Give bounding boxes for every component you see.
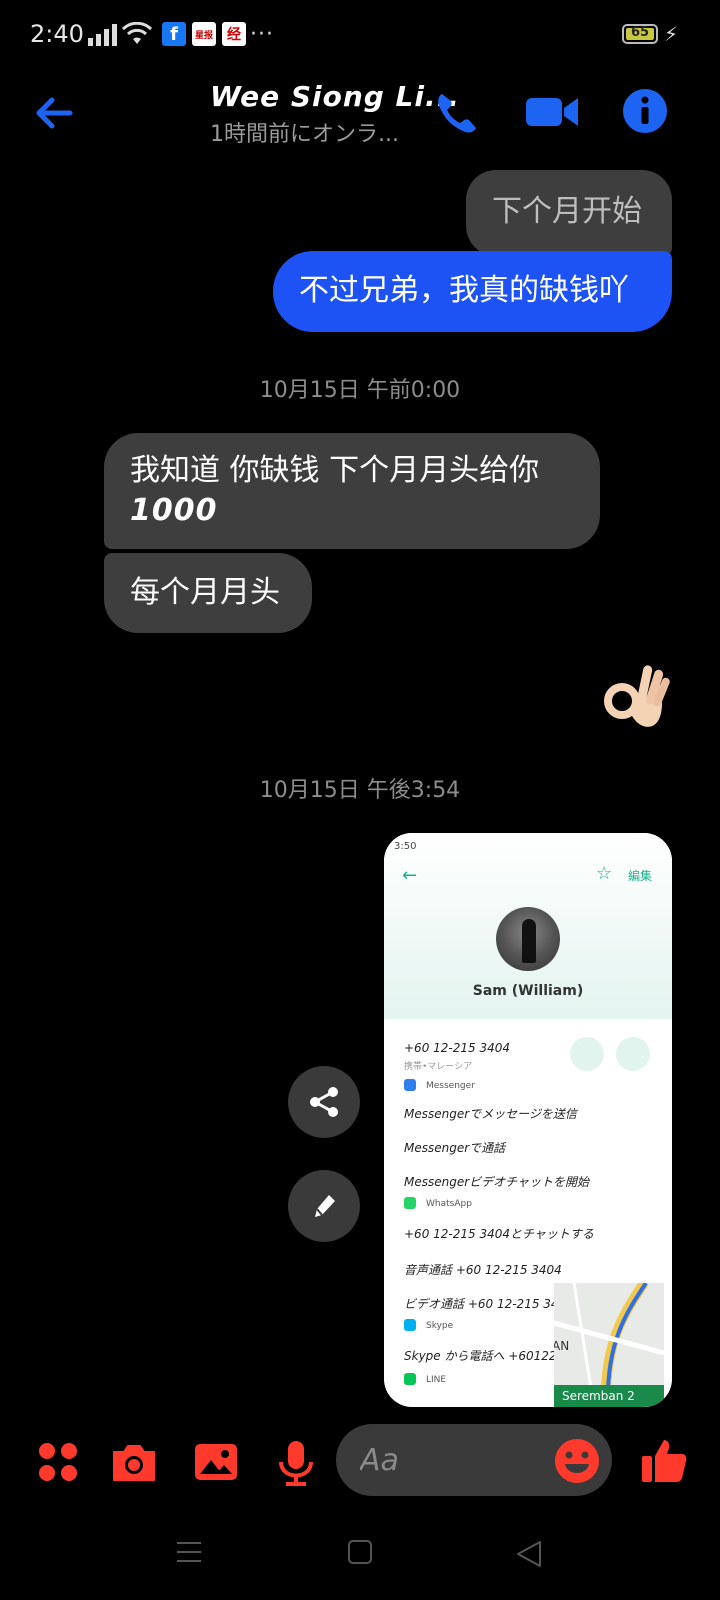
attachment-call-icon — [570, 1037, 604, 1071]
edit-button[interactable] — [288, 1170, 360, 1242]
ok-hand-emoji-icon[interactable] — [600, 655, 670, 735]
attachment-whatsapp-label: WhatsApp — [426, 1199, 472, 1209]
contact-card-header: 3:50 ← ☆ 編集 Sam (William) — [384, 833, 672, 1019]
contact-name[interactable]: Wee Siong Li... — [210, 80, 460, 113]
facebook-icon: f — [162, 22, 186, 46]
phone-call-icon[interactable] — [432, 88, 482, 138]
attachment-back-icon: ← — [402, 865, 418, 886]
more-actions-icon[interactable] — [34, 1438, 82, 1486]
more-notifications-icon: ··· — [250, 22, 274, 47]
map-preview: AN Seremban 2 — [554, 1283, 664, 1407]
attachment-message-icon — [616, 1037, 650, 1071]
message-composer — [0, 1410, 720, 1510]
attachment-line: Messengerで通話 — [404, 1141, 506, 1155]
sent-message-bubble[interactable]: 不过兄弟，我真的缺钱吖 — [273, 251, 672, 332]
thumbs-up-icon[interactable] — [640, 1436, 688, 1484]
status-time: 2:40 — [30, 20, 84, 48]
attachment-line: 音声通話 +60 12-215 3404 — [404, 1263, 562, 1277]
news-app-icon: 星报 — [192, 22, 216, 46]
skype-icon — [404, 1319, 416, 1331]
gallery-icon[interactable] — [192, 1438, 240, 1486]
attachment-phone: +60 12-215 3404 — [404, 1041, 510, 1055]
info-icon[interactable] — [622, 88, 668, 134]
share-icon — [310, 1087, 338, 1117]
charging-icon: ⚡ — [664, 22, 679, 46]
contact-avatar — [496, 907, 560, 971]
emoji-icon[interactable] — [554, 1438, 600, 1484]
microphone-icon[interactable] — [272, 1438, 320, 1486]
message-text: 我知道 你缺钱 下个月月头给你 — [130, 453, 540, 488]
attachment-line-label: LINE — [426, 1375, 447, 1385]
video-call-icon[interactable] — [524, 92, 580, 132]
attachment-line: Messengerでメッセージを送信 — [404, 1107, 577, 1121]
map-label: Seremban 2 — [554, 1385, 664, 1407]
image-attachment[interactable]: 3:50 ← ☆ 編集 Sam (William) +60 12-215 340… — [384, 833, 672, 1407]
message-input-container — [336, 1424, 612, 1496]
message-input[interactable] — [360, 1440, 540, 1480]
battery-icon: 65 — [622, 24, 658, 44]
message-bubble[interactable]: 下个月开始 — [466, 170, 672, 256]
line-app-icon — [404, 1373, 416, 1385]
chat-header: Wee Siong Li... 1時間前にオンラ... — [0, 70, 720, 160]
messenger-icon — [404, 1079, 416, 1091]
attachment-edit-label: 編集 — [628, 869, 653, 883]
message-timestamp: 10月15日 午前0:00 — [259, 378, 461, 403]
share-button[interactable] — [288, 1066, 360, 1138]
wifi-icon — [122, 22, 152, 44]
signal-icon — [88, 24, 117, 46]
attachment-line: Skype から電話へ +60122.8U — [404, 1349, 577, 1363]
attachment-status-time: 3:50 — [394, 841, 417, 852]
camera-icon[interactable] — [110, 1438, 158, 1486]
attachment-messenger-label: Messenger — [426, 1081, 475, 1091]
attachment-skype-label: Skype — [426, 1321, 454, 1331]
attachment-star-icon: ☆ — [596, 863, 613, 884]
attachment-contact-name: Sam (William) — [472, 983, 584, 999]
pencil-icon — [315, 1195, 335, 1217]
contact-status: 1時間前にオンラ... — [210, 122, 399, 147]
whatsapp-icon — [404, 1197, 416, 1209]
received-message-bubble[interactable]: 每个月月头 — [104, 553, 312, 633]
recent-apps-icon[interactable] — [176, 1540, 202, 1564]
message-timestamp: 10月15日 午後3:54 — [259, 778, 461, 803]
status-bar: 2:40 f 星报 经 ··· 65 ⚡ — [0, 0, 720, 70]
attachment-phone-sub: 携帯•マレーシア — [404, 1062, 473, 1072]
attachment-line: ビデオ通話 +60 12-215 34 — [404, 1297, 559, 1311]
attachment-line: +60 12-215 3404とチャットする — [404, 1227, 594, 1241]
attachment-line: Messengerビデオチャットを開始 — [404, 1175, 590, 1189]
map-place-label: AN — [554, 1339, 570, 1353]
nav-back-icon[interactable] — [516, 1540, 542, 1568]
received-message-bubble[interactable]: 我知道 你缺钱 下个月月头给你 1000 — [104, 433, 600, 549]
message-amount: 1000 — [130, 493, 218, 528]
battery-level: 65 — [630, 25, 650, 40]
red-app-icon: 经 — [222, 22, 246, 46]
back-arrow-icon[interactable] — [30, 88, 80, 138]
home-icon[interactable] — [348, 1540, 372, 1564]
system-navigation-bar — [0, 1510, 720, 1600]
